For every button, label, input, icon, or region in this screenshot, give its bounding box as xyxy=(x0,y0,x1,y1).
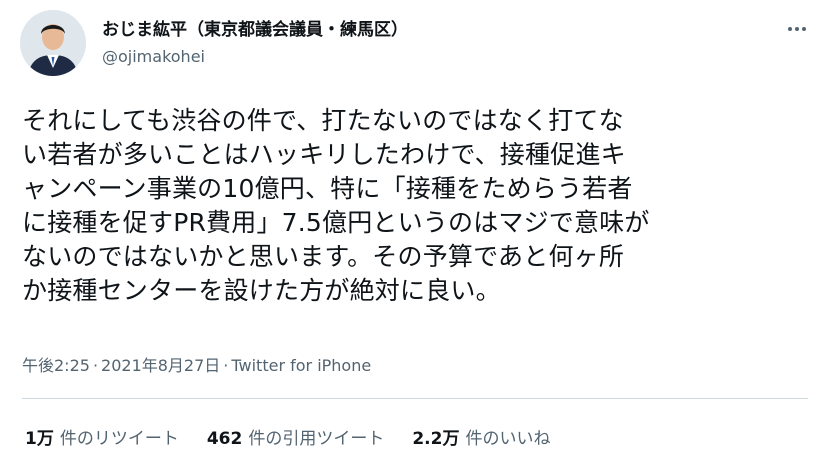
author-display-name[interactable]: おじま紘平（東京都議会議員・練馬区） xyxy=(102,15,408,40)
tweet-date[interactable]: 2021年8月27日 xyxy=(101,356,220,375)
author-handle[interactable]: @ojimakohei xyxy=(102,47,205,66)
more-options-icon[interactable] xyxy=(782,14,812,44)
quotes-count: 462 xyxy=(206,429,243,449)
quotes-stat[interactable]: 462 件の引用ツイート xyxy=(207,424,385,449)
tweet-metadata: 午後2:25 · 2021年8月27日 · Twitter for iPhone xyxy=(22,352,371,376)
tweet-text-line: に接種を促すPR費用」7.5億円というのはマジで意味が xyxy=(22,208,650,237)
tweet-card: おじま紘平（東京都議会議員・練馬区） @ojimakohei それにしても渋谷の… xyxy=(0,0,830,457)
likes-stat[interactable]: 2.2万 件のいいね xyxy=(412,424,550,449)
tweet-text-line: ないのではないかと思います。その予算であと何ヶ所 xyxy=(22,242,625,271)
meta-separator: · xyxy=(92,356,99,375)
avatar[interactable] xyxy=(20,10,86,76)
retweets-count: 1万 xyxy=(25,429,54,449)
retweets-label: 件のリツイート xyxy=(59,429,179,449)
quotes-label: 件の引用ツイート xyxy=(248,429,385,449)
engagement-stats: 1万 件のリツイート 462 件の引用ツイート 2.2万 件のいいね xyxy=(25,424,550,449)
tweet-text-line: それにしても渋谷の件で、打たないのではなく打てな xyxy=(22,106,624,135)
tweet-text: それにしても渋谷の件で、打たないのではなく打てな い若者が多いことはハッキリした… xyxy=(22,104,812,308)
tweet-text-line: か接種センターを設けた方が絶対に良い。 xyxy=(22,276,501,305)
tweet-text-line: ャンペーン事業の10億円、特に「接種をためらう若者 xyxy=(22,174,633,203)
retweets-stat[interactable]: 1万 件のリツイート xyxy=(25,424,179,449)
tweet-text-line: い若者が多いことはハッキリしたわけで、接種促進キ xyxy=(22,140,626,169)
tweet-source-link[interactable]: Twitter for iPhone xyxy=(231,356,371,375)
tweet-time[interactable]: 午後2:25 xyxy=(22,356,90,375)
likes-count: 2.2万 xyxy=(412,429,460,449)
user-avatar-icon xyxy=(20,10,86,76)
divider xyxy=(22,398,808,399)
likes-label: 件のいいね xyxy=(465,429,551,449)
meta-separator: · xyxy=(223,356,229,375)
